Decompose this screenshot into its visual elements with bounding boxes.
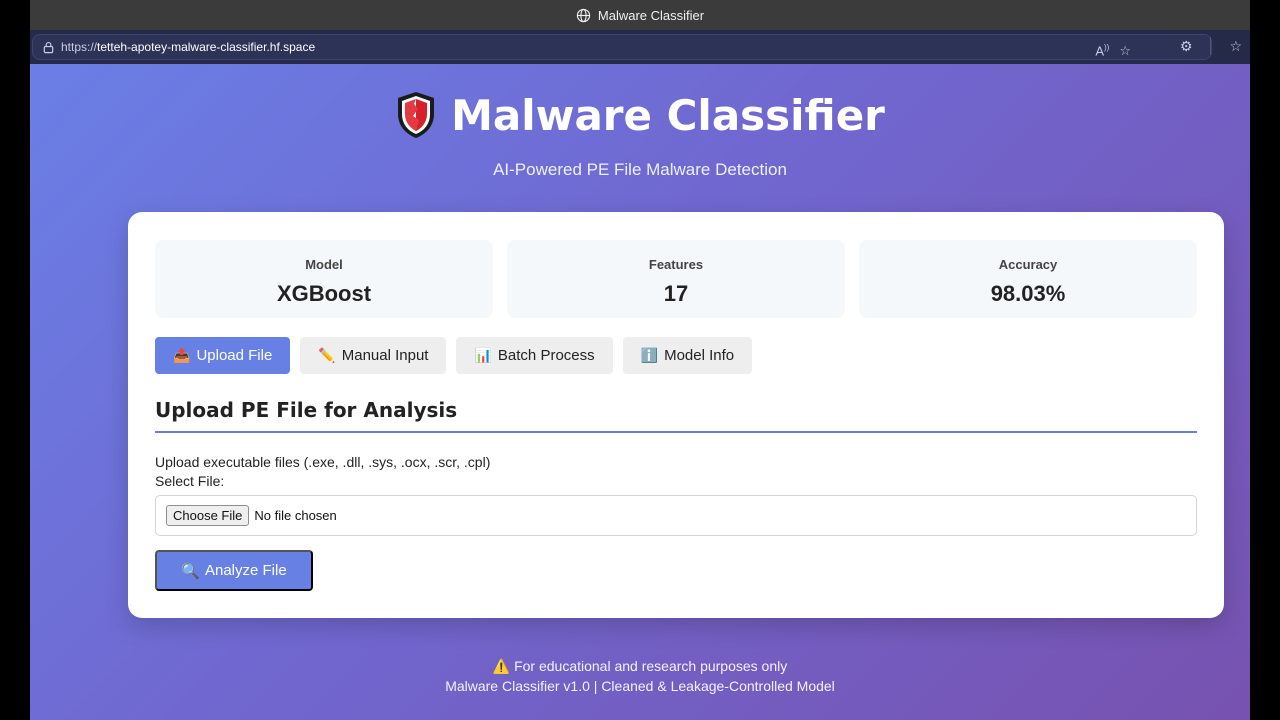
address-actions: A)) ☆ <box>1095 43 1131 59</box>
file-input[interactable]: Choose File No file chosen <box>155 495 1197 536</box>
tab-label: Batch Process <box>497 347 595 364</box>
main-card: Model XGBoost Features 17 Accuracy 98.03… <box>128 212 1224 618</box>
address-bar: https://tetteh-apotey-malware-classifier… <box>30 30 1250 64</box>
upload-icon: 📤 <box>173 347 191 363</box>
stat-features: Features 17 <box>507 240 845 318</box>
lock-icon[interactable] <box>41 40 55 54</box>
tab-batch-process[interactable]: 📊 Batch Process <box>456 337 613 374</box>
extensions-icon[interactable]: ⚙ <box>1180 38 1193 55</box>
page-content: Malware Classifier AI-Powered PE File Ma… <box>30 64 1250 720</box>
url-host: tetteh-apotey-malware-classifier.hf.spac… <box>97 40 316 54</box>
footer: ⚠️ For educational and research purposes… <box>30 656 1250 696</box>
magnifier-icon: 🔍 <box>181 562 200 580</box>
info-icon: ℹ️ <box>640 347 659 363</box>
stat-label: Features <box>648 257 704 272</box>
page-subtitle: AI-Powered PE File Malware Detection <box>493 160 787 179</box>
stat-accuracy: Accuracy 98.03% <box>859 240 1197 318</box>
tab-model-info[interactable]: ℹ️ Model Info <box>622 337 753 374</box>
shield-icon <box>398 92 435 138</box>
tab-label: Upload File <box>196 347 273 364</box>
hero-title-row: Malware Classifier <box>30 90 1250 140</box>
browser-window: Malware Classifier https://tetteh-apotey… <box>30 0 1250 720</box>
analyze-file-button[interactable]: 🔍 Analyze File <box>155 550 313 591</box>
tab-label: Model Info <box>664 347 735 364</box>
footer-version: Malware Classifier v1.0 | Cleaned & Leak… <box>445 678 835 694</box>
analyze-label: Analyze File <box>204 562 287 579</box>
hero: Malware Classifier AI-Powered PE File Ma… <box>30 90 1250 180</box>
stat-label: Accuracy <box>998 257 1058 272</box>
warning-icon: ⚠️ <box>492 658 511 674</box>
stat-value: 98.03% <box>990 281 1066 306</box>
read-aloud-icon[interactable]: A)) <box>1095 43 1109 59</box>
stat-label: Model <box>305 257 343 272</box>
upload-description: Upload executable files (.exe, .dll, .sy… <box>155 454 491 470</box>
url-field[interactable]: https://tetteh-apotey-malware-classifier… <box>32 34 1212 60</box>
section-title: Upload PE File for Analysis <box>155 398 458 422</box>
url-scheme: https:// <box>61 40 98 54</box>
window-titlebar: Malware Classifier <box>30 0 1250 30</box>
stats-row: Model XGBoost Features 17 Accuracy 98.03… <box>155 240 1197 318</box>
file-status: No file chosen <box>254 508 337 523</box>
url-text[interactable]: https://tetteh-apotey-malware-classifier… <box>61 40 315 54</box>
globe-icon <box>576 8 591 22</box>
choose-file-button[interactable]: Choose File <box>166 505 250 526</box>
tab-bar: 📤 Upload File ✏️ Manual Input 📊 Batch Pr… <box>155 337 753 374</box>
page-title: Malware Classifier <box>451 90 885 140</box>
file-field-label: Select File: <box>155 473 225 489</box>
favorites-icon[interactable]: ☆ <box>1229 38 1242 55</box>
pencil-icon: ✏️ <box>318 347 336 363</box>
toolbar-right: ⚙ ☆ <box>1180 37 1242 55</box>
tab-upload-file[interactable]: 📤 Upload File <box>155 337 291 374</box>
favorite-star-icon[interactable]: ☆ <box>1119 43 1131 59</box>
tab-label: Manual Input <box>341 347 429 364</box>
footer-notice-text: For educational and research purposes on… <box>514 658 788 674</box>
stat-model: Model XGBoost <box>155 240 493 318</box>
stat-value: 17 <box>663 281 689 306</box>
stat-value: XGBoost <box>276 281 372 306</box>
section-divider <box>155 431 1197 433</box>
toolbar-separator <box>1210 37 1212 55</box>
tab-manual-input[interactable]: ✏️ Manual Input <box>300 337 447 374</box>
window-title: Malware Classifier <box>597 7 705 23</box>
footer-notice: ⚠️ For educational and research purposes… <box>30 656 1250 676</box>
bar-chart-icon: 📊 <box>474 347 492 363</box>
